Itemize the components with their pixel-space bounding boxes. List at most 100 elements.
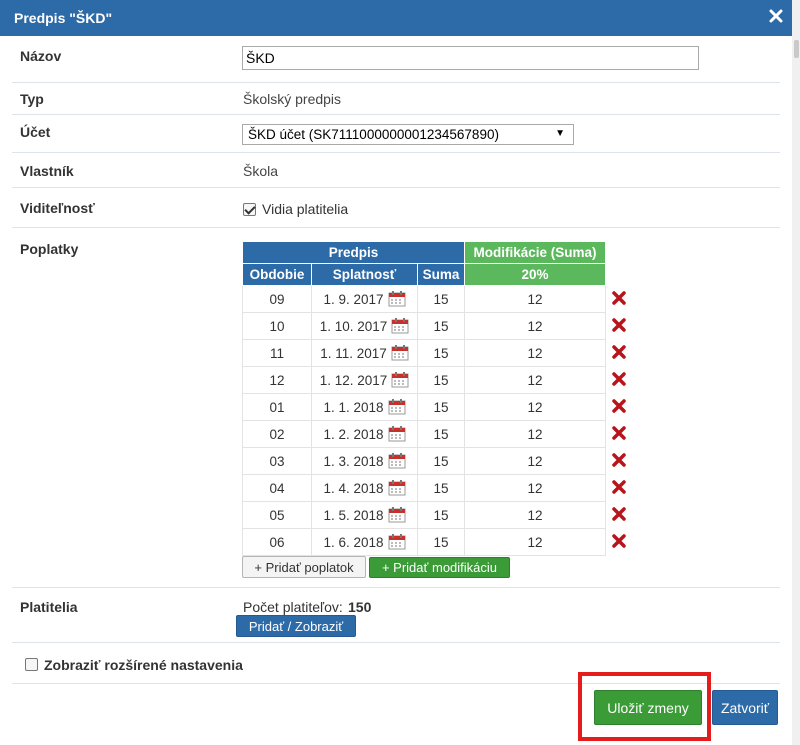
modification-cell[interactable]: 12	[464, 474, 606, 502]
delete-row-icon[interactable]	[605, 366, 632, 394]
calendar-icon[interactable]	[388, 453, 406, 469]
modification-cell[interactable]: 12	[464, 393, 606, 421]
calendar-icon[interactable]	[388, 507, 406, 523]
table-row: 04 1. 4. 2018 15 12	[242, 474, 632, 502]
period-cell: 01	[242, 393, 312, 421]
add-fee-button[interactable]: + Pridať poplatok	[242, 556, 366, 578]
fee-dialog: Predpis "ŠKD" Názov Typ Školský predpis …	[0, 0, 792, 745]
delete-row-icon[interactable]	[605, 420, 632, 448]
period-cell: 10	[242, 312, 312, 340]
header-group-modifications: Modifikácie (Suma)	[464, 241, 606, 264]
due-date-cell[interactable]: 1. 10. 2017	[311, 312, 418, 340]
table-row: 01 1. 1. 2018 15 12	[242, 393, 632, 421]
table-row: 06 1. 6. 2018 15 12	[242, 528, 632, 556]
calendar-icon[interactable]	[391, 318, 409, 334]
due-date-value: 1. 11. 2017	[320, 345, 387, 361]
calendar-icon[interactable]	[388, 426, 406, 442]
due-date-value: 1. 10. 2017	[319, 318, 388, 334]
modification-cell[interactable]: 12	[464, 447, 606, 475]
delete-row-icon[interactable]	[605, 393, 632, 421]
row-owner: Vlastník Škola	[12, 153, 780, 188]
due-date-cell[interactable]: 1. 9. 2017	[311, 285, 418, 313]
add-modification-button[interactable]: + Pridať modifikáciu	[369, 557, 510, 578]
delete-row-icon[interactable]	[605, 285, 632, 313]
amount-cell: 15	[417, 447, 465, 475]
amount-cell: 15	[417, 312, 465, 340]
advanced-settings-checkbox[interactable]	[25, 658, 38, 671]
modification-cell[interactable]: 12	[464, 528, 606, 556]
visibility-checkbox-label[interactable]: Vidia platitelia	[262, 201, 348, 217]
scrollbar-track[interactable]	[792, 0, 800, 745]
modification-cell[interactable]: 12	[464, 501, 606, 529]
due-date-cell[interactable]: 1. 3. 2018	[311, 447, 418, 475]
calendar-icon[interactable]	[388, 291, 406, 307]
due-date-value: 1. 1. 2018	[323, 399, 384, 415]
modification-cell[interactable]: 12	[464, 285, 606, 313]
calendar-icon[interactable]	[388, 399, 406, 415]
header-group-predpis: Predpis	[242, 241, 465, 264]
due-date-value: 1. 4. 2018	[323, 480, 384, 496]
period-cell: 02	[242, 420, 312, 448]
fees-table: Predpis Modifikácie (Suma) Obdobie Splat…	[242, 241, 632, 556]
amount-cell: 15	[417, 393, 465, 421]
calendar-icon[interactable]	[388, 534, 406, 550]
account-select-value: ŠKD účet (SK7111000000001234567890)	[248, 127, 499, 142]
due-date-cell[interactable]: 1. 11. 2017	[311, 339, 418, 367]
type-label: Typ	[20, 91, 44, 107]
scrollbar-thumb[interactable]	[794, 40, 799, 58]
payers-count-value: 150	[348, 599, 372, 615]
due-date-cell[interactable]: 1. 1. 2018	[311, 393, 418, 421]
header-due: Splatnosť	[311, 263, 418, 286]
table-row: 09 1. 9. 2017 15 12	[242, 285, 632, 313]
table-row: 10 1. 10. 2017 15 12	[242, 312, 632, 340]
header-modification-20: 20%	[464, 263, 606, 286]
highlight-box	[578, 672, 711, 741]
delete-row-icon[interactable]	[605, 501, 632, 529]
payers-count-label: Počet platiteľov:	[243, 599, 343, 615]
dialog-title: Predpis "ŠKD"	[14, 10, 113, 26]
amount-cell: 15	[417, 501, 465, 529]
due-date-cell[interactable]: 1. 4. 2018	[311, 474, 418, 502]
add-show-payers-button[interactable]: Pridať / Zobraziť	[236, 615, 356, 637]
name-input[interactable]	[242, 46, 699, 70]
table-row: 12 1. 12. 2017 15 12	[242, 366, 632, 394]
modification-cell[interactable]: 12	[464, 420, 606, 448]
due-date-cell[interactable]: 1. 5. 2018	[311, 501, 418, 529]
due-date-value: 1. 12. 2017	[319, 372, 388, 388]
amount-cell: 15	[417, 528, 465, 556]
calendar-icon[interactable]	[391, 372, 409, 388]
amount-cell: 15	[417, 420, 465, 448]
due-date-value: 1. 3. 2018	[323, 453, 384, 469]
header-period: Obdobie	[242, 263, 312, 286]
calendar-icon[interactable]	[391, 345, 409, 361]
delete-row-icon[interactable]	[605, 474, 632, 502]
close-icon[interactable]	[768, 8, 784, 24]
due-date-value: 1. 2. 2018	[323, 426, 384, 442]
due-date-cell[interactable]: 1. 2. 2018	[311, 420, 418, 448]
table-row: 11 1. 11. 2017 15 12	[242, 339, 632, 367]
owner-value: Škola	[243, 163, 279, 179]
due-date-cell[interactable]: 1. 12. 2017	[311, 366, 418, 394]
period-cell: 05	[242, 501, 312, 529]
modification-cell[interactable]: 12	[464, 312, 606, 340]
modification-cell[interactable]: 12	[464, 339, 606, 367]
close-button[interactable]: Zatvoriť	[712, 690, 778, 725]
account-select[interactable]: ŠKD účet (SK7111000000001234567890) ▼	[242, 124, 574, 145]
delete-row-icon[interactable]	[605, 339, 632, 367]
delete-row-icon[interactable]	[605, 528, 632, 556]
visibility-label: Viditeľnosť	[20, 200, 95, 216]
advanced-settings-label[interactable]: Zobraziť rozšírené nastavenia	[44, 657, 243, 673]
visibility-checkbox[interactable]	[243, 203, 256, 216]
due-date-value: 1. 5. 2018	[323, 507, 384, 523]
modification-cell[interactable]: 12	[464, 366, 606, 394]
delete-row-icon[interactable]	[605, 447, 632, 475]
amount-cell: 15	[417, 285, 465, 313]
calendar-icon[interactable]	[388, 480, 406, 496]
fees-label: Poplatky	[20, 241, 79, 257]
period-cell: 11	[242, 339, 312, 367]
type-value: Školský predpis	[243, 91, 342, 107]
period-cell: 12	[242, 366, 312, 394]
delete-row-icon[interactable]	[605, 312, 632, 340]
amount-cell: 15	[417, 339, 465, 367]
due-date-cell[interactable]: 1. 6. 2018	[311, 528, 418, 556]
